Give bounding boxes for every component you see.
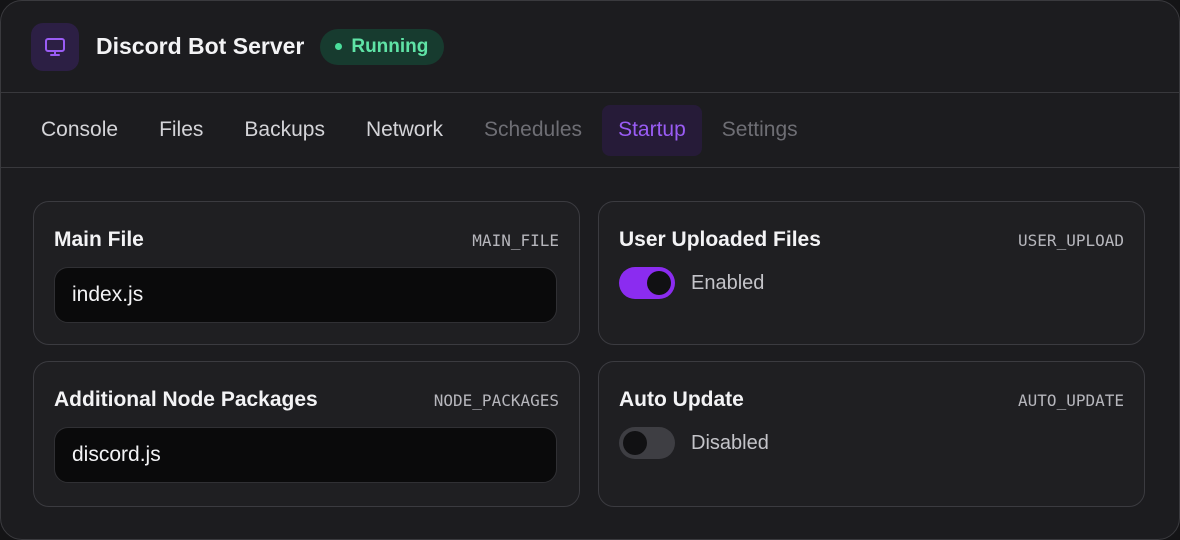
tab-console[interactable]: Console	[20, 105, 139, 156]
status-dot-icon	[335, 43, 343, 50]
node-packages-input[interactable]: discord.js	[54, 427, 557, 483]
main-file-input[interactable]: index.js	[54, 267, 557, 323]
variable-title: Auto Update	[619, 388, 744, 411]
monitor-icon	[31, 22, 79, 71]
toggle-state-label: Enabled	[691, 271, 765, 294]
toggle-state-label: Disabled	[691, 431, 769, 454]
server-title: Discord Bot Server	[96, 33, 305, 59]
tab-startup[interactable]: Startup	[602, 104, 702, 156]
server-window: Discord Bot Server Running Console Files…	[0, 0, 1180, 540]
variable-key: NODE_PACKAGES	[433, 390, 559, 410]
variable-card-user-upload: User Uploaded Files USER_UPLOAD Enabled	[598, 201, 1145, 345]
tab-schedules[interactable]: Schedules	[463, 105, 603, 156]
variable-card-node-packages: Additional Node Packages NODE_PACKAGES d…	[33, 361, 580, 507]
tab-files[interactable]: Files	[138, 105, 224, 156]
status-badge: Running	[320, 28, 445, 65]
startup-variables-grid: Main File MAIN_FILE index.js User Upload…	[33, 201, 1145, 507]
tab-network[interactable]: Network	[345, 105, 464, 156]
variable-title: User Uploaded Files	[619, 228, 821, 251]
variable-key: AUTO_UPDATE	[1018, 390, 1124, 410]
tab-settings[interactable]: Settings	[701, 105, 819, 156]
variable-key: USER_UPLOAD	[1018, 230, 1124, 250]
variable-card-main-file: Main File MAIN_FILE index.js	[33, 201, 580, 345]
tab-bar: Console Files Backups Network Schedules …	[1, 93, 1179, 168]
tab-backups[interactable]: Backups	[223, 105, 346, 156]
variable-card-auto-update: Auto Update AUTO_UPDATE Disabled	[598, 361, 1145, 507]
variable-key: MAIN_FILE	[472, 230, 559, 250]
toggle-knob	[623, 431, 647, 455]
variable-title: Main File	[54, 228, 144, 251]
status-text: Running	[351, 35, 429, 57]
server-header: Discord Bot Server Running	[1, 1, 1179, 93]
variable-title: Additional Node Packages	[54, 388, 318, 411]
toggle-knob	[647, 271, 671, 295]
auto-update-toggle[interactable]	[619, 427, 675, 459]
user-upload-toggle[interactable]	[619, 267, 675, 299]
